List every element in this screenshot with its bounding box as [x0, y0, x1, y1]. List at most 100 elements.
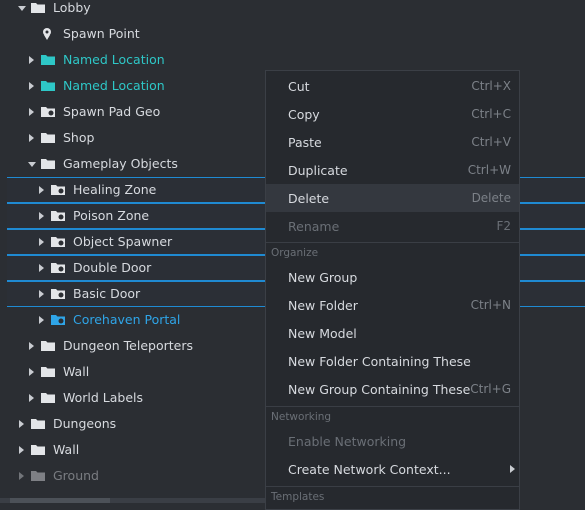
menu-item-label: New Group: [288, 270, 358, 285]
folder-icon: [41, 366, 55, 377]
menu-item-shortcut: Ctrl+G: [470, 382, 511, 396]
group-icon: [41, 106, 55, 117]
expand-arrow-icon[interactable]: [39, 212, 44, 220]
tree-item-label: Wall: [63, 364, 90, 379]
collapse-arrow-icon[interactable]: [18, 6, 26, 11]
tree-item-label: Wall: [53, 442, 80, 457]
tree-item-spawn-point[interactable]: Spawn Point: [0, 21, 585, 47]
menu-item-label: New Folder Containing These: [288, 354, 471, 369]
expand-arrow-icon[interactable]: [29, 134, 34, 142]
menu-item-new-model[interactable]: New Model: [266, 319, 519, 347]
group-icon: [51, 288, 65, 299]
folder-icon: [31, 2, 45, 13]
menu-item-delete[interactable]: Delete Delete: [266, 184, 519, 212]
folder-icon: [41, 132, 55, 143]
tree-item-lobby[interactable]: Lobby: [0, 0, 585, 21]
menu-section-templates: Templates: [271, 491, 325, 503]
menu-section-networking: Networking: [271, 411, 332, 423]
expand-arrow-icon[interactable]: [19, 472, 24, 480]
expand-arrow-icon[interactable]: [29, 394, 34, 402]
expand-arrow-icon[interactable]: [29, 56, 34, 64]
tree-item-label: Dungeons: [53, 416, 117, 431]
folder-icon: [41, 54, 55, 65]
expand-arrow-icon[interactable]: [19, 420, 24, 428]
folder-icon: [41, 80, 55, 91]
menu-item-shortcut: Ctrl+W: [467, 163, 511, 177]
menu-item-label: Rename: [288, 219, 340, 234]
tree-item-label: Ground: [53, 468, 99, 483]
folder-icon: [41, 340, 55, 351]
menu-item-shortcut: Ctrl+V: [471, 135, 511, 149]
collapse-arrow-icon[interactable]: [28, 162, 36, 167]
folder-icon: [31, 418, 45, 429]
menu-item-shortcut: F2: [496, 219, 511, 233]
context-menu: Cut Ctrl+X Copy Ctrl+C Paste Ctrl+V Dupl…: [265, 70, 520, 510]
menu-item-new-folder[interactable]: New Folder Ctrl+N: [266, 291, 519, 319]
menu-separator: [266, 486, 519, 487]
menu-item-new-group[interactable]: New Group: [266, 263, 519, 291]
folder-icon: [41, 392, 55, 403]
menu-item-shortcut: Ctrl+X: [471, 79, 511, 93]
tree-item-label: World Labels: [63, 390, 144, 405]
tree-item-label: Lobby: [53, 0, 91, 15]
expand-arrow-icon[interactable]: [29, 108, 34, 116]
menu-item-label: New Group Containing These: [288, 382, 471, 397]
submenu-arrow-icon: [510, 465, 515, 473]
group-icon: [51, 236, 65, 247]
menu-item-shortcut: Ctrl+C: [471, 107, 511, 121]
menu-item-label: Delete: [288, 191, 330, 206]
tree-item-label: Named Location: [63, 78, 165, 93]
expand-arrow-icon[interactable]: [29, 368, 34, 376]
folder-icon: [31, 444, 45, 455]
expand-arrow-icon[interactable]: [29, 82, 34, 90]
expand-arrow-icon[interactable]: [39, 186, 44, 194]
menu-item-cut[interactable]: Cut Ctrl+X: [266, 72, 519, 100]
menu-item-label: Copy: [288, 107, 320, 122]
tree-item-label: Double Door: [73, 260, 152, 275]
menu-item-shortcut: Ctrl+N: [470, 298, 511, 312]
menu-item-label: Create Network Context...: [288, 462, 451, 477]
tree-item-label: Shop: [63, 130, 95, 145]
menu-section-organize: Organize: [271, 247, 319, 259]
tree-item-label: Corehaven Portal: [73, 312, 181, 327]
scrollbar-thumb[interactable]: [10, 498, 110, 503]
menu-item-label: New Model: [288, 326, 357, 341]
group-icon: [51, 262, 65, 273]
menu-item-label: Paste: [288, 135, 322, 150]
tree-item-label: Gameplay Objects: [63, 156, 178, 171]
group-icon: [51, 210, 65, 221]
menu-item-copy[interactable]: Copy Ctrl+C: [266, 100, 519, 128]
horizontal-scrollbar[interactable]: [0, 498, 265, 503]
expand-arrow-icon[interactable]: [39, 290, 44, 298]
tree-item-label: Object Spawner: [73, 234, 173, 249]
menu-item-new-group-containing-these[interactable]: New Group Containing These Ctrl+G: [266, 375, 519, 403]
menu-item-enable-networking[interactable]: Enable Networking: [266, 427, 519, 455]
menu-item-rename[interactable]: Rename F2: [266, 212, 519, 240]
menu-item-label: New Folder: [288, 298, 358, 313]
menu-separator: [266, 242, 519, 243]
expand-arrow-icon[interactable]: [19, 446, 24, 454]
tree-item-label: Named Location: [63, 52, 165, 67]
menu-item-duplicate[interactable]: Duplicate Ctrl+W: [266, 156, 519, 184]
menu-item-create-network-context[interactable]: Create Network Context...: [266, 455, 519, 483]
tree-item-label: Spawn Pad Geo: [63, 104, 161, 119]
group-icon: [51, 184, 65, 195]
expand-arrow-icon[interactable]: [39, 238, 44, 246]
menu-item-label: Duplicate: [288, 163, 348, 178]
expand-arrow-icon[interactable]: [39, 264, 44, 272]
template-icon: [51, 314, 65, 325]
tree-item-label: Poison Zone: [73, 208, 150, 223]
menu-item-label: Cut: [288, 79, 310, 94]
menu-item-label: Enable Networking: [288, 434, 407, 449]
menu-item-paste[interactable]: Paste Ctrl+V: [266, 128, 519, 156]
menu-item-new-folder-containing-these[interactable]: New Folder Containing These: [266, 347, 519, 375]
tree-item-label: Healing Zone: [73, 182, 157, 197]
menu-separator: [266, 406, 519, 407]
spawn-point-icon: [41, 27, 55, 41]
tree-item-label: Basic Door: [73, 286, 141, 301]
expand-arrow-icon[interactable]: [39, 316, 44, 324]
tree-item-label: Spawn Point: [63, 26, 140, 41]
menu-item-shortcut: Delete: [471, 191, 511, 205]
folder-icon: [41, 158, 55, 169]
expand-arrow-icon[interactable]: [29, 342, 34, 350]
